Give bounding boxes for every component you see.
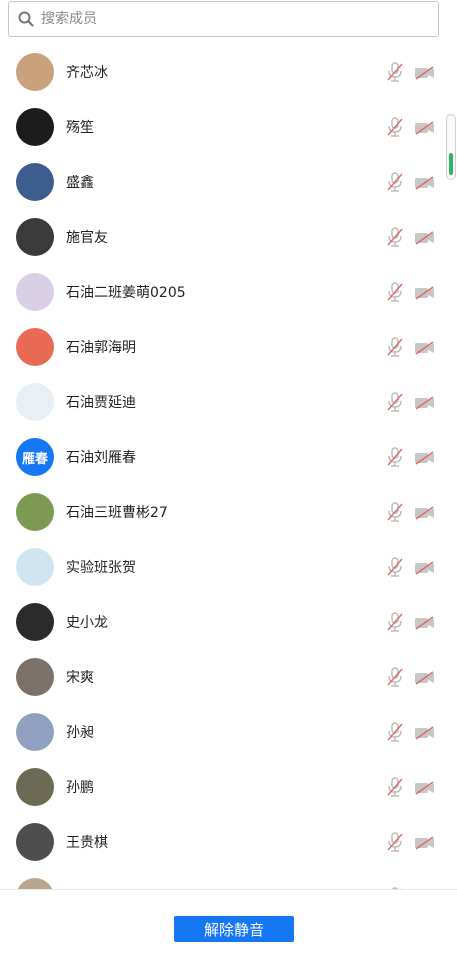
mic-muted-icon[interactable] (386, 392, 404, 412)
avatar (16, 878, 54, 889)
mic-muted-icon[interactable] (386, 117, 404, 137)
mic-muted-icon[interactable] (386, 447, 404, 467)
member-row[interactable]: 王贵棋 (0, 815, 444, 870)
camera-off-icon[interactable] (414, 505, 436, 520)
camera-off-icon[interactable] (414, 780, 436, 795)
mic-muted-icon[interactable] (386, 722, 404, 742)
mic-muted-icon[interactable] (386, 667, 404, 687)
camera-off-icon[interactable] (414, 285, 436, 300)
avatar (16, 493, 54, 531)
search-box[interactable] (8, 1, 439, 37)
member-row[interactable]: 石油二班姜萌0205 (0, 265, 444, 320)
avatar (16, 658, 54, 696)
mic-muted-icon[interactable] (386, 502, 404, 522)
camera-off-icon[interactable] (414, 835, 436, 850)
avatar (16, 273, 54, 311)
member-list: 齐芯冰殇笙盛鑫施官友石油二班姜萌0205 石油郭海明石油贾延迪雁春 石油刘雁春石油三… (0, 45, 444, 889)
member-row[interactable]: 孙鹏 (0, 760, 444, 815)
member-name: 孙鹏 (66, 780, 94, 796)
avatar: 雁春 (16, 438, 54, 476)
search-input[interactable] (39, 10, 423, 28)
member-row[interactable]: 雁春 石油刘雁春 (0, 430, 444, 485)
mic-muted-icon[interactable] (386, 832, 404, 852)
scrollbar[interactable] (446, 114, 456, 180)
camera-off-icon[interactable] (414, 670, 436, 685)
member-name: 殇笙 (66, 120, 94, 136)
camera-off-icon[interactable] (414, 230, 436, 245)
mic-muted-icon[interactable] (386, 62, 404, 82)
member-name: 石油郭海明 (66, 340, 136, 356)
member-row[interactable]: 宋爽 (0, 650, 444, 705)
member-row[interactable]: 齐芯冰 (0, 45, 444, 100)
unmute-button[interactable]: 解除静音 (174, 916, 294, 942)
member-row[interactable] (0, 870, 444, 889)
avatar (16, 768, 54, 806)
member-row[interactable]: 石油贾延迪 (0, 375, 444, 430)
avatar (16, 53, 54, 91)
avatar (16, 328, 54, 366)
member-row[interactable]: 殇笙 (0, 100, 444, 155)
mic-muted-icon[interactable] (386, 612, 404, 632)
scrollbar-thumb[interactable] (449, 153, 453, 175)
member-name: 石油刘雁春 (66, 450, 136, 466)
camera-off-icon[interactable] (414, 340, 436, 355)
member-name: 石油贾延迪 (66, 395, 136, 411)
avatar-text: 雁春 (21, 451, 48, 467)
camera-off-icon[interactable] (414, 450, 436, 465)
member-row[interactable]: 史小龙 (0, 595, 444, 650)
member-name: 实验班张贺 (66, 560, 136, 576)
mic-muted-icon[interactable] (386, 282, 404, 302)
mic-muted-icon[interactable] (386, 777, 404, 797)
avatar (16, 713, 54, 751)
member-row[interactable]: 施官友 (0, 210, 444, 265)
avatar (16, 383, 54, 421)
member-row[interactable]: 孙昶 (0, 705, 444, 760)
member-row[interactable]: 石油郭海明 (0, 320, 444, 375)
camera-off-icon[interactable] (414, 65, 436, 80)
camera-off-icon[interactable] (414, 395, 436, 410)
member-name: 石油二班姜萌0205 (66, 285, 186, 301)
member-name: 齐芯冰 (66, 65, 108, 81)
member-name: 施官友 (66, 230, 108, 246)
mic-muted-icon[interactable] (386, 172, 404, 192)
mic-muted-icon[interactable] (386, 337, 404, 357)
mic-muted-icon[interactable] (386, 227, 404, 247)
member-row[interactable]: 实验班张贺 (0, 540, 444, 595)
member-name: 石油三班曹彬27 (66, 505, 168, 521)
member-row[interactable]: 盛鑫 (0, 155, 444, 210)
avatar (16, 548, 54, 586)
search-icon (18, 11, 34, 27)
camera-off-icon[interactable] (414, 615, 436, 630)
camera-off-icon[interactable] (414, 725, 436, 740)
member-name: 盛鑫 (66, 175, 94, 191)
camera-off-icon[interactable] (414, 120, 436, 135)
member-name: 孙昶 (66, 725, 94, 741)
member-name: 史小龙 (66, 615, 108, 631)
member-row[interactable]: 石油三班曹彬27 (0, 485, 444, 540)
footer-bar: 解除静音 (0, 889, 457, 954)
avatar (16, 163, 54, 201)
camera-off-icon[interactable] (414, 560, 436, 575)
camera-off-icon[interactable] (414, 175, 436, 190)
avatar (16, 603, 54, 641)
mic-muted-icon[interactable] (386, 557, 404, 577)
member-name: 王贵棋 (66, 835, 108, 851)
avatar (16, 108, 54, 146)
avatar (16, 823, 54, 861)
member-name: 宋爽 (66, 670, 94, 686)
avatar (16, 218, 54, 256)
